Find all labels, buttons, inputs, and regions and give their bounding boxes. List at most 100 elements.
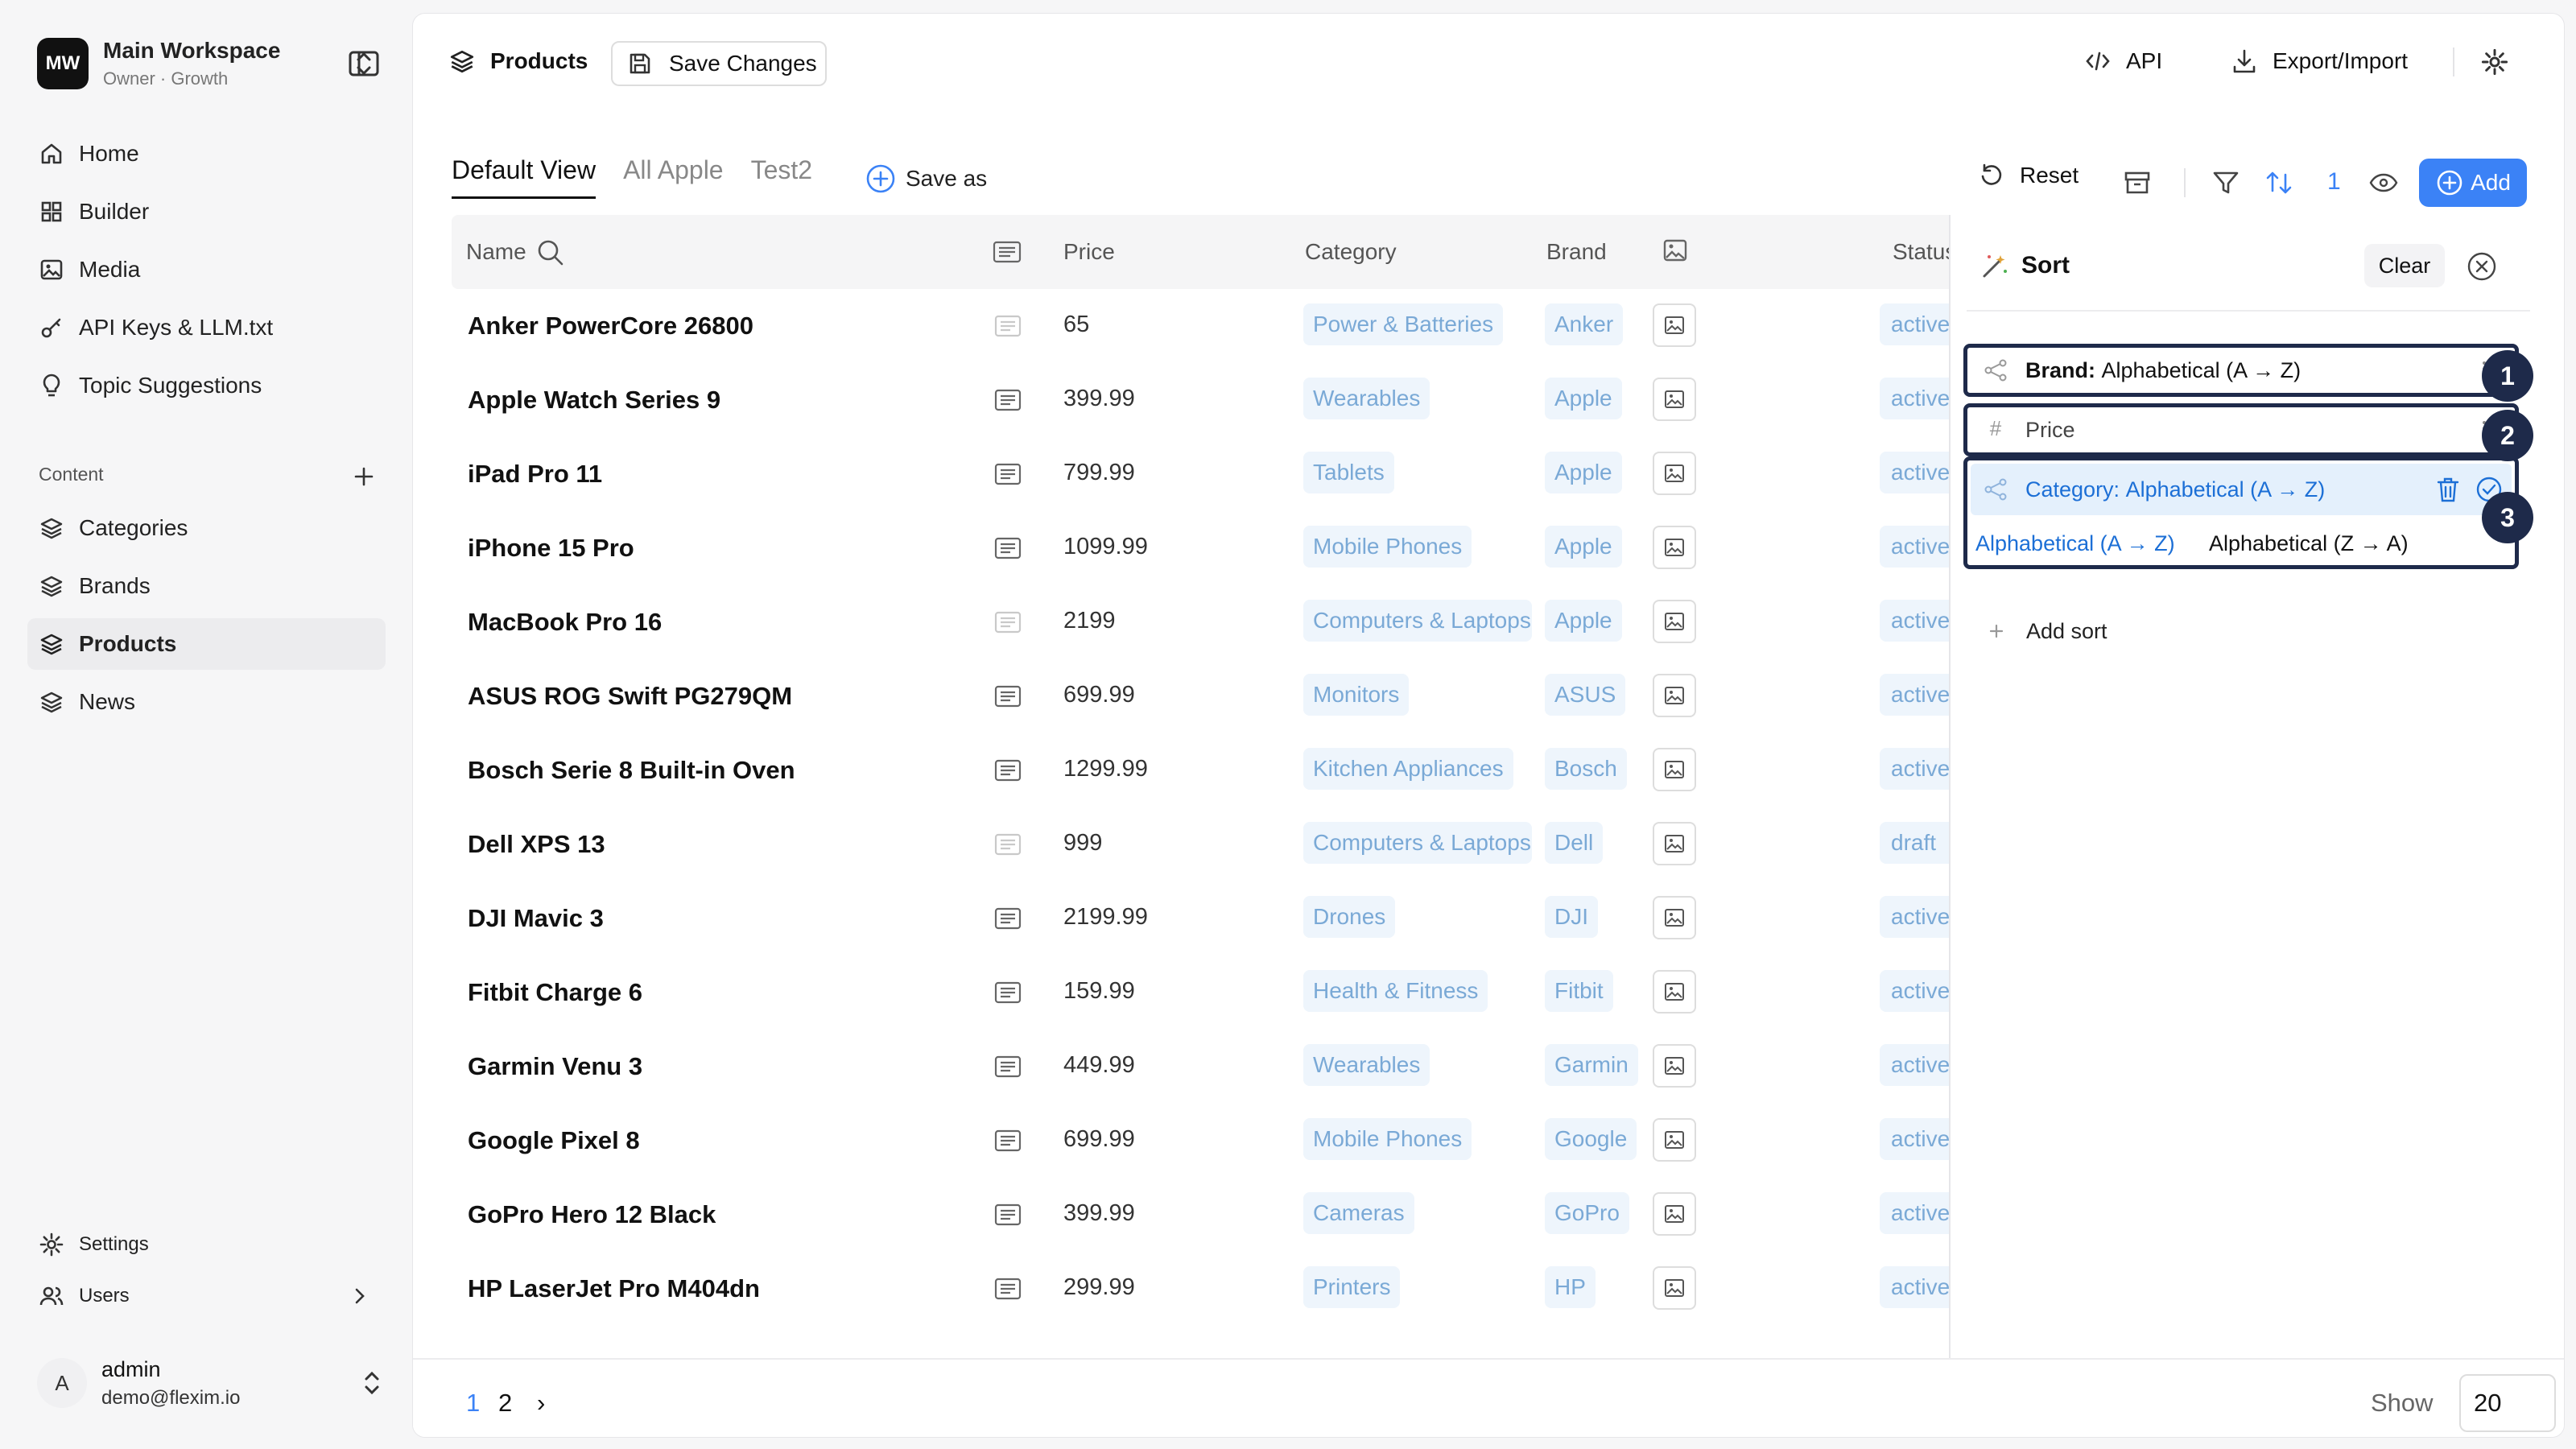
- brand-tag[interactable]: DJI: [1545, 896, 1598, 938]
- brand-tag[interactable]: Apple: [1545, 600, 1622, 642]
- add-sort-button[interactable]: Add sort: [1983, 617, 2107, 645]
- brand-tag[interactable]: Dell: [1545, 822, 1604, 864]
- clear-sort-button[interactable]: Clear: [2364, 244, 2445, 287]
- brand-tag[interactable]: ASUS: [1545, 674, 1626, 716]
- export-import-button[interactable]: Export/Import: [2231, 47, 2408, 75]
- save-changes-button[interactable]: Save Changes: [611, 41, 827, 86]
- column-header-category[interactable]: Category: [1305, 239, 1397, 265]
- image-thumbnail-icon[interactable]: [1653, 1266, 1696, 1310]
- brand-tag[interactable]: Anker: [1545, 303, 1624, 345]
- table-row[interactable]: Apple Watch Series 9 399.99 Wearables Apple…: [452, 363, 1981, 437]
- reset-button-main[interactable]: Reset: [1978, 162, 2079, 189]
- category-tag[interactable]: Computers & Laptops: [1303, 822, 1532, 864]
- close-icon[interactable]: [2466, 250, 2498, 283]
- table-row[interactable]: DJI Mavic 3 2199.99 Drones DJI active: [452, 881, 1981, 956]
- sidebar-item-news[interactable]: News: [27, 676, 386, 728]
- brand-tag[interactable]: Apple: [1545, 378, 1622, 419]
- sidebar-toggle-icon[interactable]: [348, 50, 380, 77]
- filter-icon[interactable]: [2210, 167, 2242, 199]
- sidebar-item-api-keys[interactable]: API Keys & LLM.txt: [27, 302, 386, 353]
- gear-icon[interactable]: [2480, 47, 2509, 76]
- image-thumbnail-icon[interactable]: [1653, 748, 1696, 791]
- brand-tag[interactable]: Apple: [1545, 452, 1622, 493]
- sidebar-item-categories[interactable]: Categories: [27, 502, 386, 554]
- table-row[interactable]: Bosch Serie 8 Built-in Oven 1299.99 Kitche…: [452, 733, 1981, 807]
- search-icon[interactable]: [535, 237, 566, 268]
- table-row[interactable]: iPhone 15 Pro 1099.99 Mobile Phones Apple ac…: [452, 511, 1981, 585]
- column-header-name[interactable]: Name: [466, 239, 526, 265]
- image-thumbnail-icon[interactable]: [1653, 674, 1696, 717]
- brand-tag[interactable]: Fitbit: [1545, 970, 1613, 1012]
- column-header-brand[interactable]: Brand: [1546, 239, 1607, 265]
- category-tag[interactable]: Monitors: [1303, 674, 1410, 716]
- sort-rule-category[interactable]: Category: Alphabetical (A → Z) Alphabeti…: [1963, 456, 2519, 569]
- next-page-button[interactable]: ›: [537, 1389, 545, 1418]
- image-thumbnail-icon[interactable]: [1653, 1118, 1696, 1162]
- table-row[interactable]: GoPro Hero 12 Black 399.99 Cameras GoPro act…: [452, 1178, 1981, 1252]
- table-row[interactable]: ASUS ROG Swift PG279QM 699.99 Monitors ASUS…: [452, 659, 1981, 733]
- image-thumbnail-icon[interactable]: [1653, 1044, 1696, 1088]
- brand-tag[interactable]: Garmin: [1545, 1044, 1638, 1086]
- table-row[interactable]: Anker PowerCore 26800 65 Power & Batteries…: [452, 289, 1981, 363]
- brand-tag[interactable]: Apple: [1545, 526, 1622, 568]
- plus-icon[interactable]: [351, 464, 377, 489]
- sidebar-item-builder[interactable]: Builder: [27, 186, 386, 237]
- sort-rule-brand[interactable]: Brand: Alphabetical (A → Z): [1963, 344, 2519, 397]
- tab-default-view[interactable]: Default View: [452, 155, 597, 199]
- archive-icon[interactable]: [2121, 167, 2153, 199]
- api-button[interactable]: API: [2084, 47, 2162, 75]
- sort-rule-price[interactable]: # Price: [1963, 403, 2519, 456]
- table-row[interactable]: Google Pixel 8 699.99 Mobile Phones Google a…: [452, 1104, 1981, 1178]
- sidebar-item-products[interactable]: Products: [27, 618, 386, 670]
- category-tag[interactable]: Power & Batteries: [1303, 303, 1504, 345]
- image-thumbnail-icon[interactable]: [1653, 1192, 1696, 1236]
- image-thumbnail-icon[interactable]: [1653, 896, 1696, 939]
- brand-tag[interactable]: Bosch: [1545, 748, 1627, 790]
- image-thumbnail-icon[interactable]: [1653, 303, 1696, 347]
- category-tag[interactable]: Computers & Laptops: [1303, 600, 1532, 642]
- category-tag[interactable]: Mobile Phones: [1303, 526, 1472, 568]
- sort-toggle[interactable]: 1: [2253, 155, 2351, 223]
- sidebar-item-home[interactable]: Home: [27, 128, 386, 180]
- eye-icon[interactable]: [2368, 167, 2400, 199]
- sidebar-item-settings[interactable]: Settings: [27, 1219, 386, 1270]
- table-row[interactable]: MacBook Pro 16 2199 Computers & Laptops App…: [452, 585, 1981, 659]
- brand-tag[interactable]: Google: [1545, 1118, 1637, 1160]
- sort-rule-header[interactable]: Category: Alphabetical (A → Z): [1971, 464, 2512, 515]
- table-row[interactable]: HP LaserJet Pro M404dn 299.99 Printers HP ac…: [452, 1252, 1981, 1326]
- category-tag[interactable]: Drones: [1303, 896, 1396, 938]
- tab-all-apple[interactable]: All Apple: [623, 155, 724, 196]
- save-as-button[interactable]: Save as: [865, 163, 987, 194]
- workspace-switcher[interactable]: MW Main Workspace Owner · Growth: [37, 37, 375, 90]
- sidebar-item-media[interactable]: Media: [27, 244, 386, 295]
- tab-test2[interactable]: Test2: [751, 155, 812, 196]
- image-thumbnail-icon[interactable]: [1653, 452, 1696, 495]
- category-tag[interactable]: Wearables: [1303, 378, 1430, 419]
- category-tag[interactable]: Kitchen Appliances: [1303, 748, 1513, 790]
- sidebar-item-users[interactable]: Users: [27, 1270, 386, 1322]
- category-tag[interactable]: Health & Fitness: [1303, 970, 1488, 1012]
- sort-option-asc[interactable]: Alphabetical (A → Z): [1975, 531, 2175, 556]
- category-tag[interactable]: Tablets: [1303, 452, 1394, 493]
- table-row[interactable]: Dell XPS 13 999 Computers & Laptops Dell dra…: [452, 807, 1981, 881]
- page-link-2[interactable]: 2: [498, 1389, 512, 1418]
- category-tag[interactable]: Mobile Phones: [1303, 1118, 1472, 1160]
- image-thumbnail-icon[interactable]: [1653, 600, 1696, 643]
- table-row[interactable]: iPad Pro 11 799.99 Tablets Apple active: [452, 437, 1981, 511]
- sort-option-desc[interactable]: Alphabetical (Z → A): [2209, 531, 2409, 556]
- sidebar-item-brands[interactable]: Brands: [27, 560, 386, 612]
- image-thumbnail-icon[interactable]: [1653, 822, 1696, 865]
- table-row[interactable]: Fitbit Charge 6 159.99 Health & Fitness Fit…: [452, 956, 1981, 1030]
- image-thumbnail-icon[interactable]: [1653, 378, 1696, 421]
- column-header-status[interactable]: Status: [1893, 239, 1956, 265]
- user-menu[interactable]: A admin demo@flexim.io: [37, 1352, 383, 1414]
- image-thumbnail-icon[interactable]: [1653, 970, 1696, 1013]
- table-row[interactable]: Garmin Venu 3 449.99 Wearables Garmin active: [452, 1030, 1981, 1104]
- category-tag[interactable]: Cameras: [1303, 1192, 1414, 1234]
- trash-icon[interactable]: [2434, 475, 2462, 504]
- column-header-price[interactable]: Price: [1063, 239, 1115, 265]
- page-size-input[interactable]: 20: [2459, 1374, 2556, 1432]
- image-thumbnail-icon[interactable]: [1653, 526, 1696, 569]
- category-tag[interactable]: Wearables: [1303, 1044, 1430, 1086]
- page-link-1[interactable]: 1: [466, 1389, 480, 1418]
